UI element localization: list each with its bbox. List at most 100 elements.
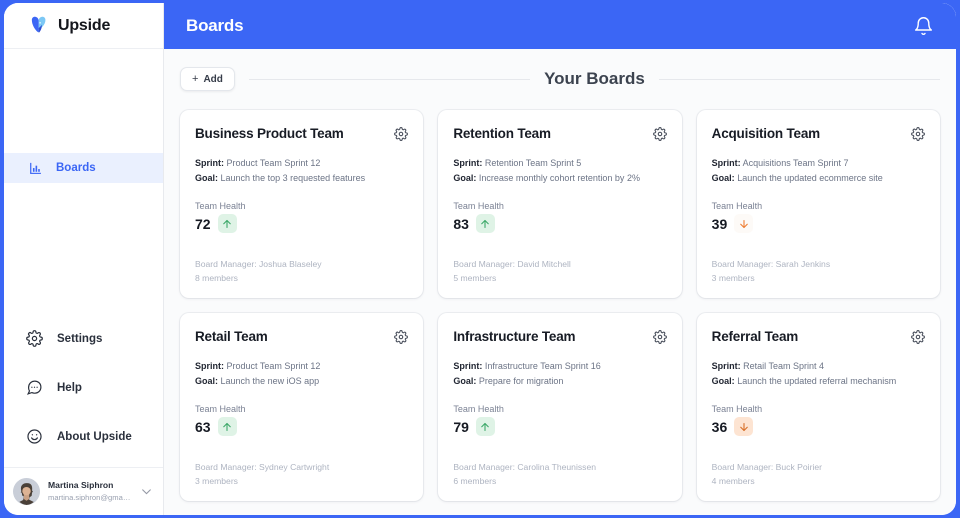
boards-grid: Business Product Team Sprint: Product Te… xyxy=(178,91,942,501)
board-title: Infrastructure Team xyxy=(453,329,576,344)
board-card[interactable]: Acquisition Team Sprint: Acquisitions Te… xyxy=(696,110,940,298)
sprint-label: Sprint: xyxy=(711,361,741,371)
goal-label: Goal: xyxy=(453,173,477,183)
gear-icon[interactable] xyxy=(652,127,667,141)
team-health-row: 39 xyxy=(712,214,925,233)
goal-label: Goal: xyxy=(453,376,477,386)
arrow-down-icon xyxy=(734,417,754,436)
sidebar-item-label: Help xyxy=(57,381,82,394)
section-header: + Add Your Boards xyxy=(178,49,942,91)
board-manager: Board Manager: Sydney Cartwright xyxy=(195,462,330,472)
sprint-label: Sprint: xyxy=(195,361,224,371)
sprint-value: Product Team Sprint 12 xyxy=(226,361,321,371)
board-members: 8 members xyxy=(195,273,238,283)
card-header: Referral Team xyxy=(712,328,925,345)
board-card[interactable]: Retention Team Sprint: Retention Team Sp… xyxy=(438,110,682,298)
goal-label: Goal: xyxy=(195,173,219,183)
board-members: 4 members xyxy=(711,476,755,486)
board-card[interactable]: Infrastructure Team Sprint: Infrastructu… xyxy=(438,313,682,501)
gear-icon[interactable] xyxy=(394,330,409,344)
sprint-label: Sprint: xyxy=(453,361,483,371)
sprint-line: Sprint: Retention Team Sprint 5 xyxy=(453,156,666,171)
card-header: Retail Team xyxy=(195,328,409,345)
card-header: Retention Team xyxy=(453,125,667,142)
board-title: Retail Team xyxy=(195,329,268,344)
sidebar-item-label: About Upside xyxy=(57,430,132,443)
board-footer: Board Manager: David Mitchell 5 members xyxy=(453,257,571,285)
team-health-label: Team Health xyxy=(195,201,246,211)
team-health-label: Team Health xyxy=(453,201,504,211)
goal-line: Goal: Launch the updated ecommerce site xyxy=(712,171,925,186)
board-footer: Board Manager: Carolina Theunissen 6 mem… xyxy=(453,460,596,488)
card-header: Acquisition Team xyxy=(712,125,925,142)
board-card[interactable]: Retail Team Sprint: Product Team Sprint … xyxy=(180,313,424,501)
board-members: 3 members xyxy=(195,476,238,486)
sidebar-item-help[interactable]: Help xyxy=(4,363,163,412)
add-board-button[interactable]: + Add xyxy=(180,67,235,91)
goal-value: Increase monthly cohort retention by 2% xyxy=(478,173,640,183)
sidebar-item-settings[interactable]: Settings xyxy=(4,314,163,363)
board-meta: Sprint: Product Team Sprint 12 Goal: Lau… xyxy=(195,359,408,389)
chat-bubble-icon xyxy=(26,379,43,396)
app-window: Upside Boards Settings Help About Upside… xyxy=(4,3,956,515)
board-manager: Board Manager: Carolina Theunissen xyxy=(453,462,597,472)
chevron-down-icon[interactable] xyxy=(140,485,153,498)
team-health-label: Team Health xyxy=(195,404,246,414)
board-title: Retention Team xyxy=(453,126,551,141)
user-meta: Martina Siphron martina.siphron@gmail.co… xyxy=(48,479,132,504)
smiley-face-icon xyxy=(26,428,43,445)
board-meta: Sprint: Retail Team Sprint 4 Goal: Launc… xyxy=(712,359,925,389)
main-area: Boards + Add Your Boards Business Produc… xyxy=(164,3,956,515)
board-meta: Sprint: Infrastructure Team Sprint 16 Go… xyxy=(453,359,666,389)
gear-icon[interactable] xyxy=(394,127,409,141)
divider-left xyxy=(248,78,531,80)
sidebar-primary-nav: Boards xyxy=(4,49,163,183)
divider-right xyxy=(658,78,940,80)
goal-line: Goal: Launch the updated referral mechan… xyxy=(712,374,925,389)
user-email: martina.siphron@gmail.com xyxy=(48,493,132,502)
gear-icon[interactable] xyxy=(652,330,667,344)
goal-value: Launch the updated referral mechanism xyxy=(737,376,897,386)
arrow-up-icon xyxy=(217,214,237,233)
bell-icon[interactable] xyxy=(913,16,934,37)
board-meta: Sprint: Acquisitions Team Sprint 7 Goal:… xyxy=(712,156,925,186)
brand-logo[interactable]: Upside xyxy=(4,3,163,49)
plus-icon: + xyxy=(192,73,199,85)
board-manager: Board Manager: Buck Poirier xyxy=(711,462,822,472)
brand-name: Upside xyxy=(58,16,111,34)
team-health-value: 63 xyxy=(195,418,211,435)
butterfly-logo-icon xyxy=(28,15,50,37)
card-header: Business Product Team xyxy=(195,125,409,142)
board-meta: Sprint: Product Team Sprint 12 Goal: Lau… xyxy=(195,156,408,186)
team-health-value: 39 xyxy=(711,215,728,232)
board-manager: Board Manager: Sarah Jenkins xyxy=(711,259,831,269)
sprint-value: Infrastructure Team Sprint 16 xyxy=(484,361,601,371)
sprint-label: Sprint: xyxy=(195,158,224,168)
user-name: Martina Siphron xyxy=(48,480,114,490)
team-health-label: Team Health xyxy=(711,201,763,211)
arrow-up-icon xyxy=(475,417,495,436)
gear-icon[interactable] xyxy=(911,330,925,344)
team-health-label: Team Health xyxy=(711,404,763,414)
goal-label: Goal: xyxy=(195,376,219,386)
team-health-row: 83 xyxy=(453,214,666,233)
board-manager: Board Manager: David Mitchell xyxy=(453,259,571,269)
bar-chart-icon xyxy=(29,161,44,176)
board-title: Referral Team xyxy=(711,329,799,344)
sidebar-item-label: Settings xyxy=(57,332,103,345)
user-account-row[interactable]: Martina Siphron martina.siphron@gmail.co… xyxy=(4,467,163,515)
goal-line: Goal: Increase monthly cohort retention … xyxy=(453,171,666,186)
goal-label: Goal: xyxy=(711,376,735,386)
sprint-value: Product Team Sprint 12 xyxy=(226,158,321,168)
board-card[interactable]: Referral Team Sprint: Retail Team Sprint… xyxy=(696,313,940,501)
goal-line: Goal: Launch the new iOS app xyxy=(195,374,408,389)
sprint-label: Sprint: xyxy=(711,158,741,168)
goal-value: Launch the updated ecommerce site xyxy=(737,173,883,183)
sidebar-item-about-upside[interactable]: About Upside xyxy=(4,412,163,461)
board-members: 3 members xyxy=(711,273,755,283)
gear-icon[interactable] xyxy=(911,127,925,141)
board-card[interactable]: Business Product Team Sprint: Product Te… xyxy=(180,110,424,298)
sidebar-item-boards[interactable]: Boards xyxy=(4,153,163,183)
card-header: Infrastructure Team xyxy=(453,328,667,345)
board-footer: Board Manager: Joshua Blaseley 8 members xyxy=(195,257,322,285)
